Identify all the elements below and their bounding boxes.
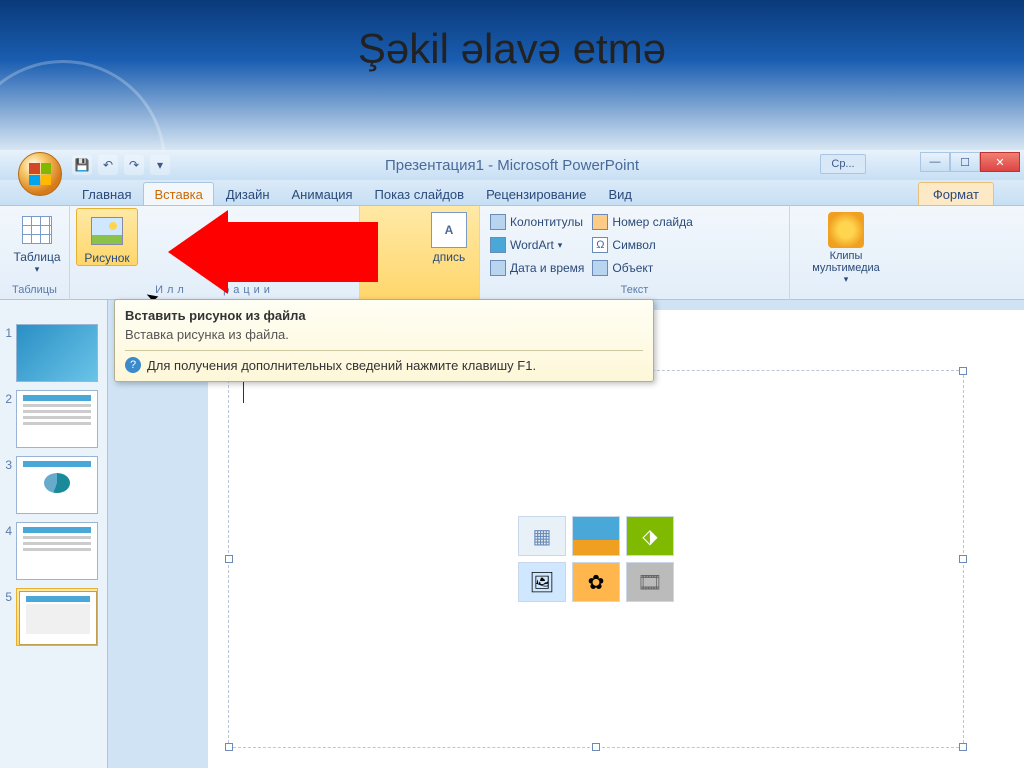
textbox-label: дпись <box>433 250 465 264</box>
header-footer-button[interactable]: Колонтитулы <box>486 211 588 233</box>
tooltip-title: Вставить рисунок из файла <box>125 308 643 323</box>
group-textbox: A дпись <box>360 206 480 300</box>
group-media: Клипы мультимедиа▾ <box>790 206 900 300</box>
resize-handle[interactable] <box>225 555 233 563</box>
textbox-icon: A <box>431 212 467 248</box>
textbox-button[interactable]: A дпись <box>425 208 473 264</box>
slide-number-icon <box>592 214 608 230</box>
text-group-label: Текст <box>486 284 783 298</box>
qat-dropdown-icon[interactable]: ▾ <box>150 155 170 175</box>
insert-picture-icon[interactable]: 🖼 <box>518 562 566 602</box>
undo-icon[interactable]: ↶ <box>98 155 118 175</box>
window-title: Презентация1 - Microsoft PowerPoint <box>385 157 639 174</box>
table-icon <box>19 212 55 248</box>
picture-button[interactable]: Рисунок <box>76 208 138 266</box>
content-placeholder[interactable]: ▦ ⬗ 🖼 ✿ 🎞 <box>228 370 964 748</box>
office-button[interactable] <box>18 152 62 196</box>
tab-view[interactable]: Вид <box>598 183 642 205</box>
resize-handle[interactable] <box>592 743 600 751</box>
maximize-button[interactable]: ☐ <box>950 152 980 172</box>
symbol-icon: Ω <box>592 237 608 253</box>
speaker-icon <box>828 212 864 248</box>
tab-design[interactable]: Дизайн <box>216 183 280 205</box>
tab-insert[interactable]: Вставка <box>143 182 213 205</box>
tab-review[interactable]: Рецензирование <box>476 183 596 205</box>
tooltip: Вставить рисунок из файла Вставка рисунк… <box>114 299 654 382</box>
insert-smartart-icon[interactable]: ⬗ <box>626 516 674 556</box>
tab-format[interactable]: Формат <box>918 182 994 205</box>
tab-animation[interactable]: Анимация <box>282 183 363 205</box>
thumbnail-5[interactable]: 5 <box>0 584 107 650</box>
thumbnail-2[interactable]: 2 <box>0 386 107 452</box>
tutorial-arrow <box>168 210 378 294</box>
resize-handle[interactable] <box>959 743 967 751</box>
tooltip-help: ? Для получения дополнительных сведений … <box>125 350 643 373</box>
resize-handle[interactable] <box>959 555 967 563</box>
insert-chart-icon[interactable] <box>572 516 620 556</box>
powerpoint-window: 💾 ↶ ↷ ▾ Презентация1 - Microsoft PowerPo… <box>0 150 1024 768</box>
thumbnail-4[interactable]: 4 <box>0 518 107 584</box>
tutorial-slide: Şəkil əlavə etmə 💾 ↶ ↷ ▾ Презентация1 - … <box>0 0 1024 768</box>
table-label: Таблица <box>13 250 60 264</box>
tooltip-body: Вставка рисунка из файла. <box>125 327 643 342</box>
group-tables: Таблица▾ Таблицы <box>0 206 70 300</box>
thumbnail-pane: 1 2 3 4 5 <box>0 300 108 768</box>
insert-table-icon[interactable]: ▦ <box>518 516 566 556</box>
slide-number-button[interactable]: Номер слайда <box>588 211 696 233</box>
wordart-button[interactable]: WordArt▾ <box>486 234 588 256</box>
header-footer-icon <box>490 214 506 230</box>
quick-access-toolbar: 💾 ↶ ↷ ▾ <box>72 155 170 175</box>
placeholder-icons: ▦ ⬗ 🖼 ✿ 🎞 <box>518 516 674 602</box>
ribbon-tabs: Главная Вставка Дизайн Анимация Показ сл… <box>0 180 1024 206</box>
object-button[interactable]: Объект <box>588 257 696 279</box>
save-icon[interactable]: 💾 <box>72 155 92 175</box>
titlebar: 💾 ↶ ↷ ▾ Презентация1 - Microsoft PowerPo… <box>0 150 1024 180</box>
close-button[interactable]: ✕ <box>980 152 1020 172</box>
minimize-button[interactable]: — <box>920 152 950 172</box>
slide-header-bg <box>0 0 1024 150</box>
thumbnail-3[interactable]: 3 <box>0 452 107 518</box>
thumbnail-1[interactable]: 1 <box>0 320 107 386</box>
text-cursor <box>243 381 244 403</box>
tables-group-label: Таблицы <box>6 284 63 298</box>
symbol-button[interactable]: ΩСимвол <box>588 234 696 256</box>
tab-home[interactable]: Главная <box>72 183 141 205</box>
datetime-icon <box>490 260 506 276</box>
resize-handle[interactable] <box>959 367 967 375</box>
media-label: Клипы мультимедиа <box>796 250 896 274</box>
media-clips-button[interactable]: Клипы мультимедиа▾ <box>796 208 896 285</box>
redo-icon[interactable]: ↷ <box>124 155 144 175</box>
wordart-icon <box>490 237 506 253</box>
group-text: Колонтитулы WordArt▾ Дата и время Номер … <box>480 206 790 300</box>
table-button[interactable]: Таблица▾ <box>6 208 68 275</box>
insert-clipart-icon[interactable]: ✿ <box>572 562 620 602</box>
contextual-tab-label: Ср... <box>820 154 866 174</box>
picture-label: Рисунок <box>84 251 129 265</box>
page-title: Şəkil əlavə etmə <box>0 25 1024 73</box>
picture-icon <box>89 213 125 249</box>
tab-slideshow[interactable]: Показ слайдов <box>365 183 475 205</box>
insert-media-icon[interactable]: 🎞 <box>626 562 674 602</box>
datetime-button[interactable]: Дата и время <box>486 257 588 279</box>
ribbon: Таблица▾ Таблицы Рисунок Илл рации A <box>0 206 1024 300</box>
object-icon <box>592 260 608 276</box>
resize-handle[interactable] <box>225 743 233 751</box>
help-icon: ? <box>125 357 141 373</box>
window-controls: — ☐ ✕ <box>920 152 1020 172</box>
